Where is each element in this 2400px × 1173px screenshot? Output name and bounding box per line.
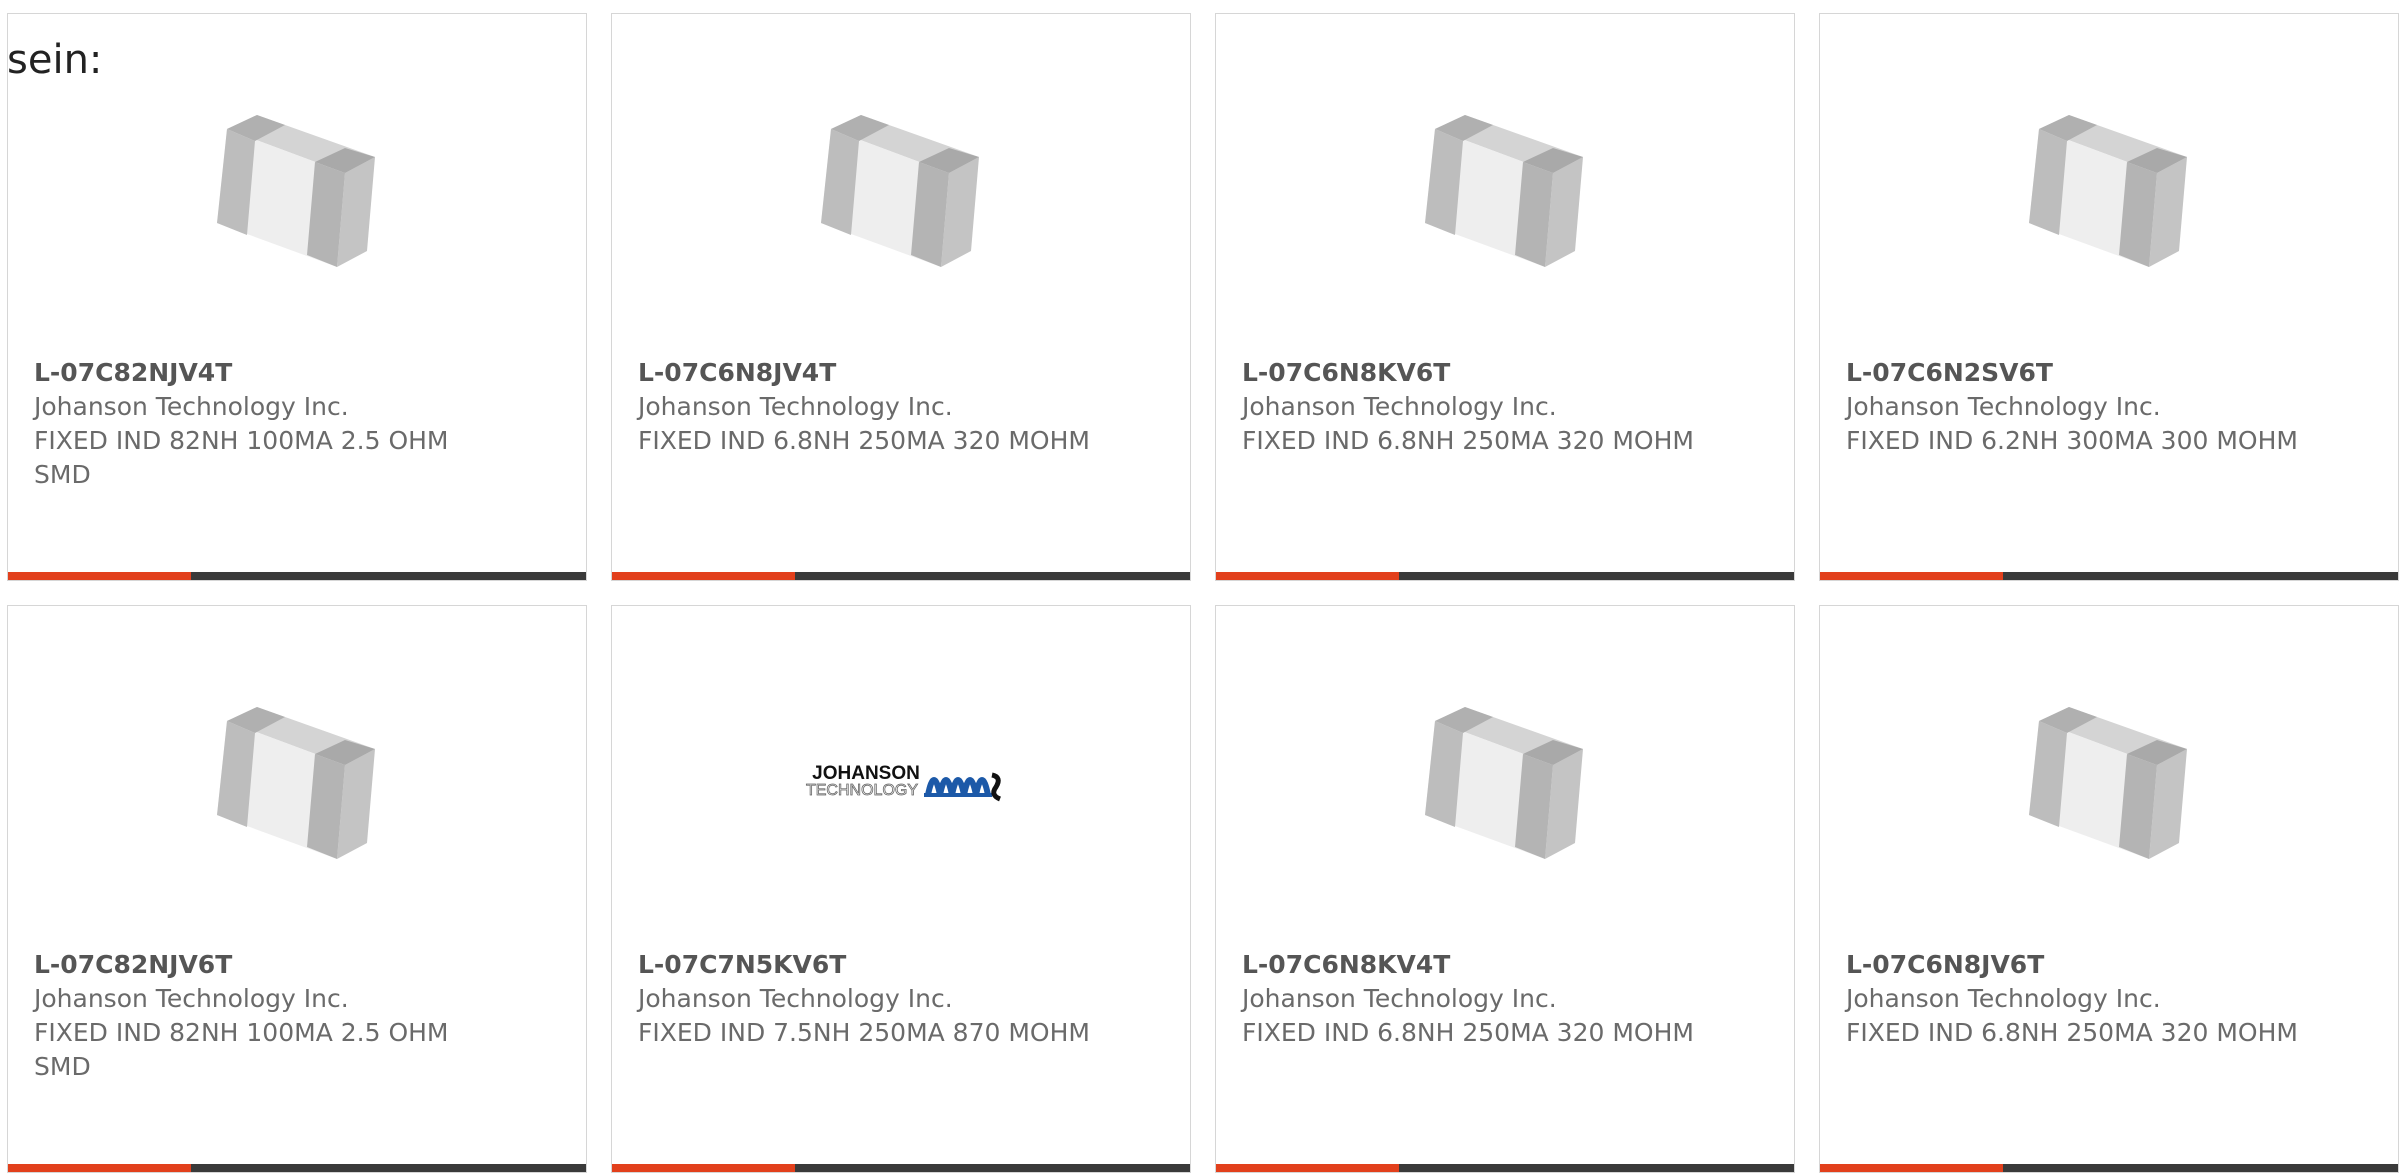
description: FIXED IND 6.8NH 250MA 320 MOHM — [1242, 1018, 1694, 1047]
product-image[interactable] — [1820, 676, 2398, 886]
product-image[interactable]: JOHANSON TECHNOLOGY — [612, 676, 1190, 886]
product-image[interactable] — [1820, 84, 2398, 294]
card-footer-accent — [1216, 572, 1399, 580]
part-number[interactable]: L-07C82NJV4T — [34, 356, 504, 390]
card-footer-bar — [1820, 1164, 2398, 1172]
part-number[interactable]: L-07C82NJV6T — [34, 948, 504, 982]
card-footer-accent — [612, 1164, 795, 1172]
product-info: L-07C7N5KV6T Johanson Technology Inc. FI… — [638, 948, 1108, 1050]
card-footer-bar — [1216, 1164, 1794, 1172]
product-info: L-07C82NJV6T Johanson Technology Inc. FI… — [34, 948, 504, 1084]
product-card[interactable]: JOHANSON TECHNOLOGY L-07C7N5KV6T Johanso… — [611, 605, 1191, 1173]
card-footer-accent — [1820, 572, 2003, 580]
product-info: L-07C6N8JV4T Johanson Technology Inc. FI… — [638, 356, 1108, 458]
manufacturer: Johanson Technology Inc. — [1242, 392, 1557, 421]
description: FIXED IND 82NH 100MA 2.5 OHM SMD — [34, 426, 449, 489]
product-card[interactable]: L-07C6N8JV6T Johanson Technology Inc. FI… — [1819, 605, 2399, 1173]
description: FIXED IND 82NH 100MA 2.5 OHM SMD — [34, 1018, 449, 1081]
product-info: L-07C6N2SV6T Johanson Technology Inc. FI… — [1846, 356, 2316, 458]
product-card[interactable]: L-07C82NJV4T Johanson Technology Inc. FI… — [7, 13, 587, 581]
product-grid: L-07C82NJV4T Johanson Technology Inc. FI… — [7, 13, 2400, 1173]
product-image[interactable] — [8, 676, 586, 886]
description: FIXED IND 6.2NH 300MA 300 MOHM — [1846, 426, 2298, 455]
card-footer-bar — [8, 572, 586, 580]
product-info: L-07C6N8JV6T Johanson Technology Inc. FI… — [1846, 948, 2316, 1050]
product-image[interactable] — [8, 84, 586, 294]
card-footer-accent — [612, 572, 795, 580]
card-footer-accent — [1216, 1164, 1399, 1172]
product-card[interactable]: L-07C6N8KV4T Johanson Technology Inc. FI… — [1215, 605, 1795, 1173]
card-footer-bar — [8, 1164, 586, 1172]
description: FIXED IND 6.8NH 250MA 320 MOHM — [1846, 1018, 2298, 1047]
card-footer-accent — [8, 1164, 191, 1172]
intro-text: sein: — [7, 37, 103, 83]
part-number[interactable]: L-07C6N8JV6T — [1846, 948, 2316, 982]
card-footer-bar — [1216, 572, 1794, 580]
description: FIXED IND 6.8NH 250MA 320 MOHM — [638, 426, 1090, 455]
product-image[interactable] — [612, 84, 1190, 294]
card-footer-accent — [8, 572, 191, 580]
smd-inductor-icon — [821, 115, 979, 267]
card-footer-bar — [612, 1164, 1190, 1172]
card-footer-bar — [1820, 572, 2398, 580]
product-card[interactable]: L-07C6N2SV6T Johanson Technology Inc. FI… — [1819, 13, 2399, 581]
product-image[interactable] — [1216, 84, 1794, 294]
smd-inductor-icon — [2029, 115, 2187, 267]
manufacturer: Johanson Technology Inc. — [1846, 392, 2161, 421]
part-number[interactable]: L-07C6N2SV6T — [1846, 356, 2316, 390]
smd-inductor-icon — [2029, 707, 2187, 859]
manufacturer: Johanson Technology Inc. — [34, 392, 349, 421]
product-info: L-07C6N8KV6T Johanson Technology Inc. FI… — [1242, 356, 1712, 458]
smd-inductor-icon — [1425, 115, 1583, 267]
description: FIXED IND 7.5NH 250MA 870 MOHM — [638, 1018, 1090, 1047]
card-footer-bar — [612, 572, 1190, 580]
logo-line1: JOHANSON — [812, 763, 920, 784]
johanson-logo: JOHANSON TECHNOLOGY — [806, 763, 1002, 802]
product-card[interactable]: L-07C82NJV6T Johanson Technology Inc. FI… — [7, 605, 587, 1173]
product-image[interactable] — [1216, 676, 1794, 886]
manufacturer: Johanson Technology Inc. — [1846, 984, 2161, 1013]
part-number[interactable]: L-07C7N5KV6T — [638, 948, 1108, 982]
part-number[interactable]: L-07C6N8KV6T — [1242, 356, 1712, 390]
manufacturer: Johanson Technology Inc. — [34, 984, 349, 1013]
part-number[interactable]: L-07C6N8JV4T — [638, 356, 1108, 390]
product-card[interactable]: L-07C6N8JV4T Johanson Technology Inc. FI… — [611, 13, 1191, 581]
product-info: L-07C82NJV4T Johanson Technology Inc. FI… — [34, 356, 504, 492]
part-number[interactable]: L-07C6N8KV4T — [1242, 948, 1712, 982]
logo-line2: TECHNOLOGY — [806, 782, 918, 799]
manufacturer: Johanson Technology Inc. — [638, 392, 953, 421]
description: FIXED IND 6.8NH 250MA 320 MOHM — [1242, 426, 1694, 455]
smd-inductor-icon — [217, 115, 375, 267]
product-card[interactable]: L-07C6N8KV6T Johanson Technology Inc. FI… — [1215, 13, 1795, 581]
smd-inductor-icon — [217, 707, 375, 859]
smd-inductor-icon — [1425, 707, 1583, 859]
manufacturer: Johanson Technology Inc. — [1242, 984, 1557, 1013]
product-info: L-07C6N8KV4T Johanson Technology Inc. FI… — [1242, 948, 1712, 1050]
card-footer-accent — [1820, 1164, 2003, 1172]
manufacturer: Johanson Technology Inc. — [638, 984, 953, 1013]
